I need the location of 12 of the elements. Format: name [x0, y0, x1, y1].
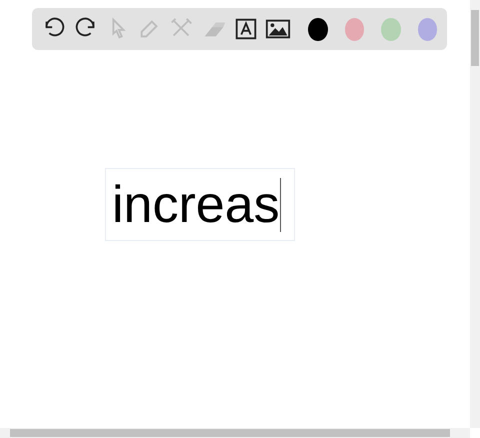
horizontal-scrollbar[interactable] [0, 428, 470, 438]
color-swatch[interactable] [418, 18, 437, 40]
scroll-thumb[interactable] [10, 429, 450, 437]
color-swatch[interactable] [344, 18, 364, 40]
color-swatch[interactable] [381, 18, 400, 40]
vertical-scrollbar[interactable] [470, 0, 480, 428]
scroll-thumb[interactable] [471, 10, 479, 66]
text-cursor [280, 178, 281, 232]
typed-text: increas [112, 178, 280, 230]
text-tool-icon [233, 16, 259, 42]
text-box[interactable]: increas [105, 168, 295, 241]
color-swatch[interactable] [308, 18, 328, 40]
